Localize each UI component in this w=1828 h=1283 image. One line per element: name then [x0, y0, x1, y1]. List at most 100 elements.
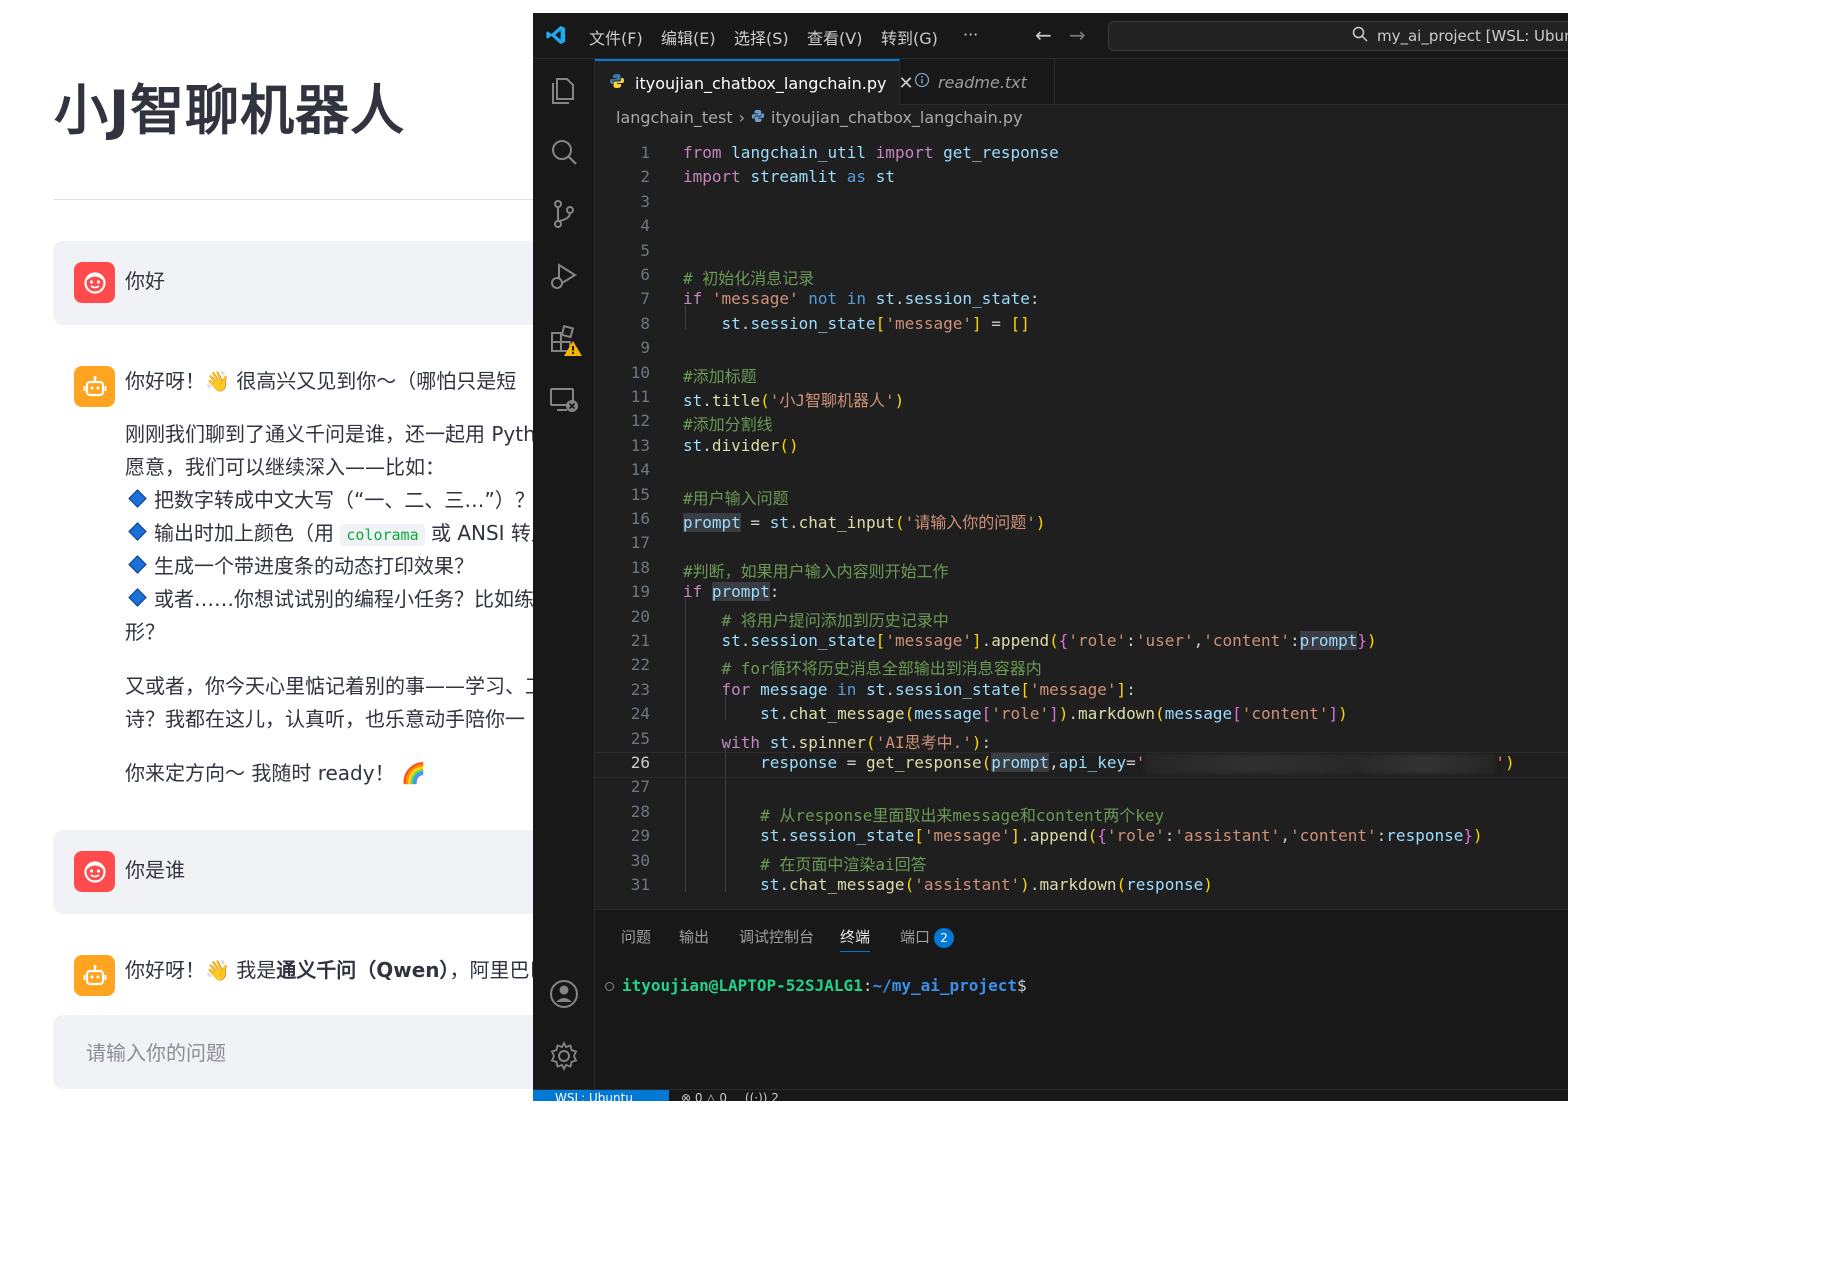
code-line[interactable]: 24 st.chat_message(message['role']).mark… — [595, 704, 1568, 728]
tab-readme[interactable]: readme.txt — [900, 59, 1055, 105]
explorer-icon[interactable] — [547, 73, 581, 107]
tab-problems[interactable]: 问题 — [621, 926, 651, 947]
menu-more[interactable]: ··· — [963, 25, 978, 44]
ports-count-badge: 2 — [934, 928, 955, 948]
code-line[interactable]: 10 #添加标题 — [595, 363, 1568, 387]
line-number: 5 — [640, 240, 650, 260]
code-line[interactable]: 23 for message in st.session_state['mess… — [595, 680, 1568, 704]
code-line[interactable]: 1 from langchain_util import get_response — [595, 143, 1568, 167]
list-item-text: 把数字转成中文大写（“一、二、三…”）？ — [154, 488, 535, 512]
code-line[interactable]: 26 response = get_response(prompt,api_ke… — [594, 752, 1568, 778]
code-line[interactable]: 25 with st.spinner('AI思考中.'): — [595, 729, 1568, 753]
line-number: 12 — [630, 411, 650, 431]
menu-view[interactable]: 查看(V) — [807, 25, 862, 49]
code-line[interactable]: 28 # 从response里面取出来message和content两个key — [595, 802, 1568, 826]
tab-label: ityoujian_chatbox_langchain.py — [635, 73, 887, 93]
run-debug-icon[interactable] — [547, 259, 581, 293]
code-line[interactable]: 19 if prompt: — [595, 582, 1568, 606]
code-text: # 将用户提问添加到历史记录中 — [721, 610, 949, 630]
terminal-path: ~/my_ai_project — [872, 976, 1017, 995]
menu-selection[interactable]: 选择(S) — [734, 25, 789, 49]
svg-text:!: ! — [570, 344, 575, 357]
menu-edit[interactable]: 编辑(E) — [661, 25, 716, 49]
remote-indicator[interactable]: WSL: Ubuntu — [533, 1090, 669, 1101]
extensions-warning-icon[interactable]: ! — [547, 321, 582, 357]
code-text: st.session_state['message'].append({'rol… — [721, 631, 1377, 650]
list-item-text: 输出时加上颜色（用 — [154, 521, 334, 545]
user-message: 你是谁 — [53, 830, 540, 914]
code-line[interactable]: 11 st.title('小J智聊机器人') — [595, 387, 1568, 411]
line-number: 30 — [630, 850, 650, 870]
code-line[interactable]: 30 # 在页面中渲染ai回答 — [595, 851, 1568, 875]
code-line[interactable]: 2 import streamlit as st — [595, 167, 1568, 191]
tab-ports[interactable]: 端口 2 — [900, 926, 955, 948]
code-line[interactable]: 14 — [595, 460, 1568, 484]
breadcrumb-folder[interactable]: langchain_test — [616, 108, 733, 127]
account-icon[interactable] — [547, 977, 581, 1011]
code-line[interactable]: 15 #用户输入问题 — [595, 485, 1568, 509]
code-line[interactable]: 31 st.chat_message('assistant').markdown… — [595, 875, 1568, 899]
code-line[interactable]: 4 — [595, 216, 1568, 240]
diamond-bullet-icon — [128, 489, 147, 508]
line-number: 4 — [640, 216, 650, 236]
python-file-icon — [751, 108, 765, 127]
code-line[interactable]: 17 — [595, 533, 1568, 557]
code-line[interactable]: 7 if 'message' not in st.session_state: — [595, 289, 1568, 313]
code-line[interactable]: 20 # 将用户提问添加到历史记录中 — [595, 607, 1568, 631]
code-text: # for循环将历史消息全部输出到消息容器内 — [721, 659, 1042, 679]
list-item: 或者……你想试试别的编程小任务？比如练 — [125, 583, 534, 616]
code-line[interactable]: 8 st.session_state['message'] = [] — [595, 314, 1568, 338]
assistant-message-first-line: 你好呀！👋 很高兴又见到你～（哪怕只是短 — [125, 369, 517, 393]
tab-ityoujian-chatbox[interactable]: ityoujian_chatbox_langchain.py ✕ — [595, 59, 914, 105]
command-center-search[interactable]: my_ai_project [WSL: Ubuntu] — [1108, 21, 1568, 51]
assistant-message-first-line: 你好呀！👋 我是通义千问（Qwen），阿里巴巴 — [125, 954, 540, 987]
list-item: 输出时加上颜色（用 colorama 或 ANSI 转义 — [125, 517, 540, 552]
chat-input[interactable]: 请输入你的问题 — [53, 1015, 540, 1089]
code-line[interactable]: 16 prompt = st.chat_input('请输入你的问题') — [595, 509, 1568, 533]
message-text: ，阿里巴巴 — [449, 958, 540, 982]
info-icon — [914, 72, 930, 92]
code-line[interactable]: 13 st.divider() — [595, 436, 1568, 460]
breadcrumb-file[interactable]: ityoujian_chatbox_langchain.py — [771, 108, 1022, 127]
tab-terminal[interactable]: 终端 — [840, 926, 871, 952]
code-line[interactable]: 3 — [595, 192, 1568, 216]
bottom-panel: 问题 输出 调试控制台 终端 端口 2 ityoujian@LAPTOP-52SJ… — [595, 909, 1568, 1089]
source-control-icon[interactable] — [547, 197, 581, 231]
code-line[interactable]: 18 #判断，如果用户输入内容则开始工作 — [595, 558, 1568, 582]
terminal-prompt[interactable]: ityoujian@LAPTOP-52SJALG1:~/my_ai_projec… — [605, 976, 1027, 995]
line-number: 21 — [630, 631, 650, 650]
code-line[interactable]: 27 — [595, 777, 1568, 801]
code-text: import streamlit as st — [683, 167, 895, 187]
line-number: 10 — [630, 362, 650, 382]
settings-gear-icon[interactable] — [547, 1039, 581, 1073]
menu-go[interactable]: 转到(G) — [881, 25, 938, 49]
code-line[interactable]: 21 st.session_state['message'].append({'… — [595, 631, 1568, 655]
diamond-bullet-icon — [128, 555, 147, 574]
broadcast-icon: ((·)) — [744, 1091, 768, 1101]
code-text: if 'message' not in st.session_state: — [683, 289, 1040, 309]
code-text: st.session_state['message'].append({'rol… — [760, 826, 1483, 846]
code-line[interactable]: 6 # 初始化消息记录 — [595, 265, 1568, 289]
message-paragraph: 形？ — [125, 620, 165, 644]
code-line[interactable]: 5 — [595, 241, 1568, 265]
menu-file[interactable]: 文件(F) — [589, 25, 643, 49]
message-paragraph: 诗？我都在这儿，认真听，也乐意动手陪你一 — [125, 707, 525, 731]
message-paragraph: 又或者，你今天心里惦记着别的事——学习、工 — [125, 674, 540, 698]
code-text: # 初始化消息记录 — [683, 269, 815, 288]
code-line[interactable]: 29 st.session_state['message'].append({'… — [595, 826, 1568, 850]
status-problems[interactable]: ⊗ 0 △ 0 ((·)) 2 — [681, 1090, 779, 1101]
back-arrow-icon[interactable]: ← — [1035, 23, 1052, 47]
code-line[interactable]: 9 — [595, 338, 1568, 362]
remote-explorer-icon[interactable] — [547, 383, 581, 417]
forward-arrow-icon[interactable]: → — [1069, 23, 1086, 47]
terminal-prompt-char: $ — [1016, 976, 1027, 995]
code-editor[interactable]: 1 from langchain_util import get_response… — [594, 131, 1568, 909]
code-line[interactable]: 12 #添加分割线 — [595, 411, 1568, 435]
code-text: prompt = st.chat_input('请输入你的问题') — [683, 513, 1046, 532]
code-line[interactable]: 22 # for循环将历史消息全部输出到消息容器内 — [595, 655, 1568, 679]
search-icon[interactable] — [547, 135, 581, 169]
tab-output[interactable]: 输出 — [679, 926, 709, 947]
redacted-api-key — [1145, 753, 1496, 774]
tab-debug-console[interactable]: 调试控制台 — [739, 926, 814, 947]
line-number: 31 — [630, 875, 650, 894]
